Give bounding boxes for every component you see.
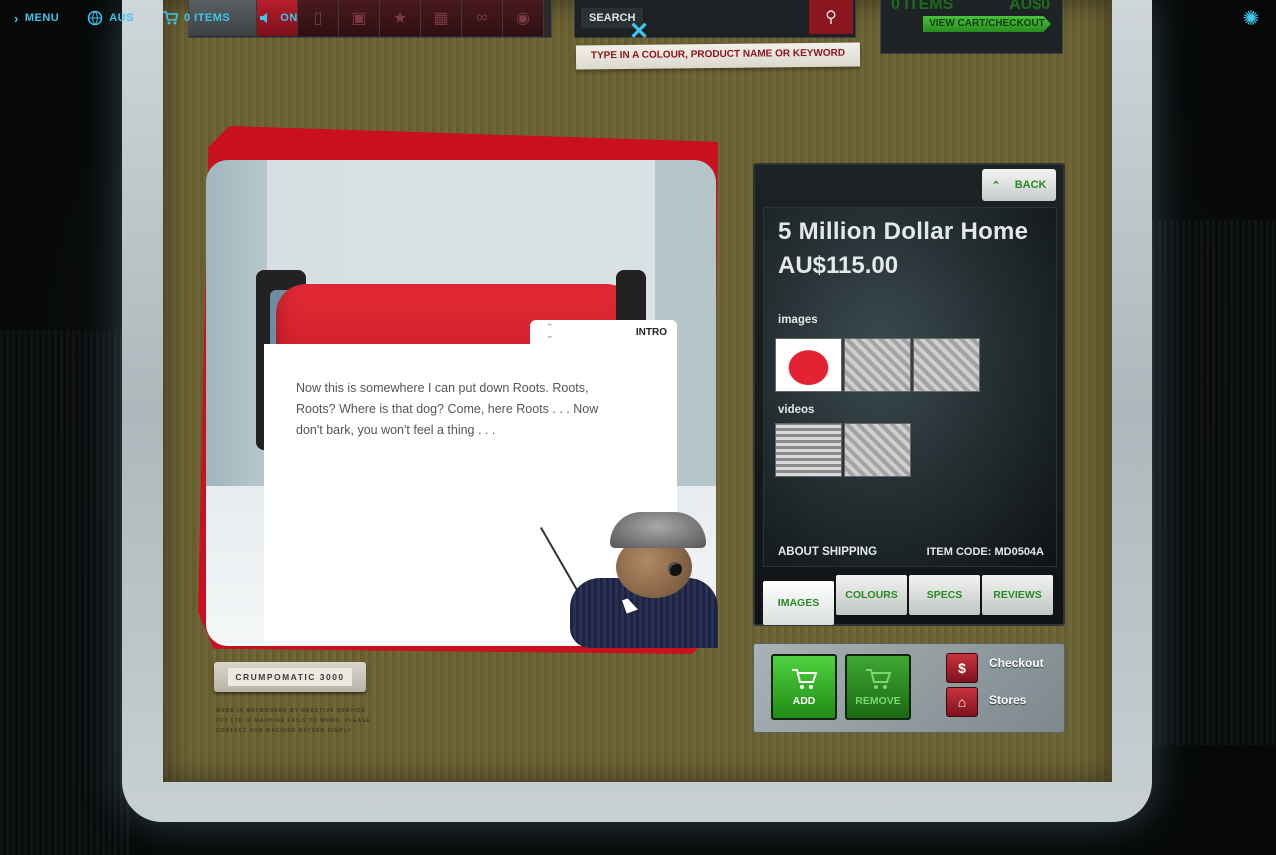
region-button[interactable]: AUS (73, 10, 148, 26)
squirrel-mascot (540, 508, 718, 648)
remove-label: REMOVE (855, 695, 901, 707)
image-thumb-red-bag[interactable] (775, 338, 842, 392)
cart-remove-icon (866, 669, 892, 689)
top-nav: › MENU AUS 0 ITEMS ON (0, 0, 312, 36)
splat-logo-icon[interactable]: ✺ (1240, 8, 1262, 30)
right-stripes (1146, 220, 1276, 745)
search-hint: TYPE IN A COLOUR, PRODUCT NAME OR KEYWOR… (575, 42, 861, 70)
toolbar-laptop-icon[interactable]: ▣ (339, 0, 380, 36)
expand-arrows-icon[interactable]: ⌃ ⌄ (546, 323, 554, 340)
close-icon[interactable]: ✕ (629, 20, 649, 44)
home-icon: ⌂ (957, 694, 967, 710)
cart-items-count: 0 ITEMS (891, 0, 954, 13)
product-info: 5 Million Dollar Home AU$115.00 images v… (763, 207, 1057, 567)
images-heading: images (778, 314, 818, 326)
speaker-icon (260, 13, 268, 23)
mascot-hat (610, 512, 706, 548)
toolbar-star-icon[interactable]: ★ (380, 0, 421, 36)
sound-label: ON (280, 12, 298, 24)
tab-reviews[interactable]: REVIEWS (982, 575, 1053, 615)
chevron-up-icon: ⌃ (991, 179, 1001, 192)
pointer-stick (540, 527, 582, 598)
cart-add-icon (792, 669, 818, 689)
product-tabs: IMAGES COLOURS SPECS REVIEWS (763, 575, 1053, 625)
nameplate-label: CRUMPOMATIC 3000 (228, 668, 352, 686)
search-icon: ⚲ (825, 9, 837, 26)
cart-button[interactable]: 0 ITEMS (148, 10, 244, 26)
cart-icon (162, 11, 178, 25)
tab-images[interactable]: IMAGES (763, 581, 834, 625)
mascot-eye (668, 562, 682, 576)
product-title: 5 Million Dollar Home (778, 218, 1029, 245)
intro-text: Now this is somewhere I can put down Roo… (296, 381, 599, 437)
toolbar-bag-icon[interactable]: ▦ (421, 0, 462, 36)
tab-specs[interactable]: SPECS (909, 575, 980, 615)
product-price: AU$115.00 (778, 252, 899, 279)
fineprint: MADE IN MELBOURNE BY REACTIVE SERVICE PT… (216, 708, 371, 734)
left-stripes (0, 330, 130, 855)
item-code: ITEM CODE: MD0504A (926, 546, 1044, 558)
globe-icon (87, 10, 103, 26)
menu-button[interactable]: › MENU (0, 11, 73, 26)
cart-summary: 0 ITEMS AU$0 VIEW CART/CHECKOUT (880, 0, 1063, 54)
stores-label[interactable]: Stores (989, 693, 1026, 707)
image-thumb-bag-inside[interactable] (913, 338, 980, 392)
intro-tab[interactable]: ⌃ ⌄ INTRO (530, 320, 677, 346)
tab-colours[interactable]: COLOURS (836, 575, 907, 615)
search-bar: SEARCH ✕ ⚲ (574, 0, 856, 44)
remove-from-cart-button[interactable]: REMOVE (845, 654, 911, 720)
checkout-button[interactable]: $ (946, 653, 978, 683)
action-panel: ADD REMOVE $ Checkout ⌂ Stores (753, 643, 1065, 733)
chevron-right-icon: › (14, 10, 19, 26)
product-panel: ⌃ BACK 5 Million Dollar Home AU$115.00 i… (753, 163, 1065, 626)
videos-heading: videos (778, 404, 815, 416)
toolbar-bike-icon[interactable]: ∞ (462, 0, 503, 36)
back-button[interactable]: ⌃ BACK (982, 169, 1056, 201)
cart-total: AU$0 (1009, 0, 1050, 13)
view-cart-checkout-link[interactable]: VIEW CART/CHECKOUT (923, 16, 1051, 32)
app-stage: ▯ ▣ ★ ▦ ∞ ◉ › MENU AUS 0 ITEMS ON ✺ SEAR… (0, 0, 1276, 855)
nameplate: CRUMPOMATIC 3000 (214, 662, 366, 692)
stores-button[interactable]: ⌂ (946, 687, 978, 717)
add-label: ADD (792, 695, 816, 707)
back-label: BACK (1014, 179, 1047, 191)
about-shipping-link[interactable]: ABOUT SHIPPING (778, 546, 877, 558)
toolbar-camera-icon[interactable]: ◉ (503, 0, 544, 36)
intro-tab-label: INTRO (635, 327, 667, 338)
checkout-label[interactable]: Checkout (989, 656, 1044, 670)
video-thumb-projector[interactable] (775, 423, 842, 477)
sound-toggle[interactable]: ON (244, 10, 312, 26)
menu-label: MENU (24, 12, 60, 24)
add-to-cart-button[interactable]: ADD (771, 654, 837, 720)
video-thumb-person[interactable] (844, 423, 911, 477)
image-thumb-bag-open[interactable] (844, 338, 911, 392)
cart-label: 0 ITEMS (183, 12, 231, 24)
region-label: AUS (109, 12, 134, 24)
search-button[interactable]: ⚲ (809, 0, 853, 34)
